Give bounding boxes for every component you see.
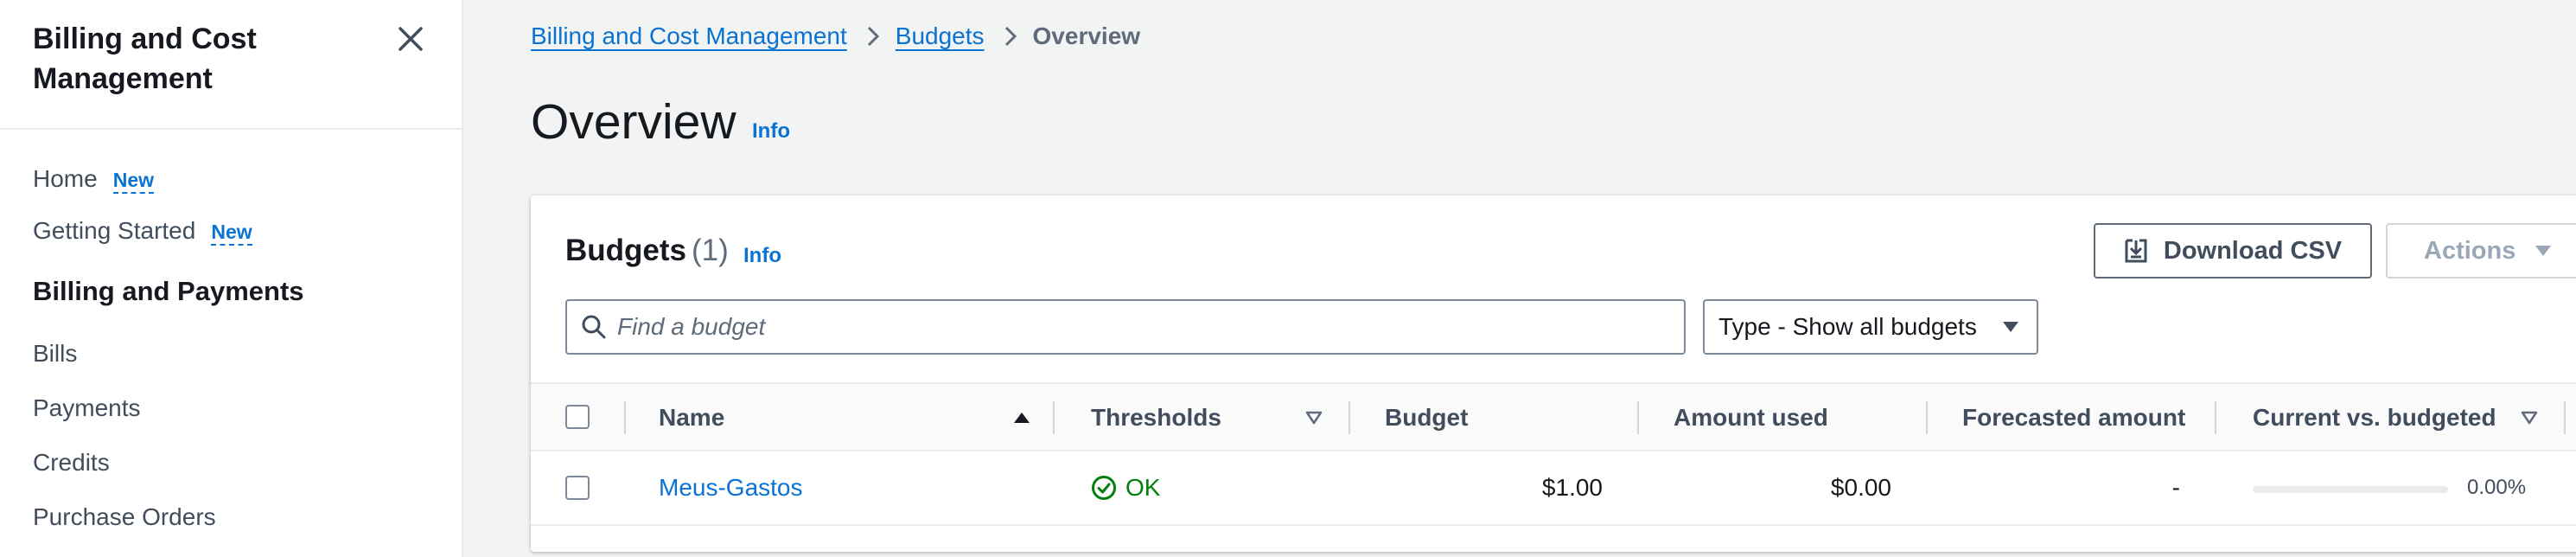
row-checkbox[interactable] <box>565 476 590 500</box>
column-divider[interactable] <box>1053 401 1055 434</box>
breadcrumb-current: Overview <box>1032 22 1141 49</box>
breadcrumb: Billing and Cost Management Budgets Over… <box>531 22 1140 50</box>
side-navigation: Billing and Cost Management Home New Gett… <box>0 0 463 557</box>
new-badge[interactable]: New <box>112 169 154 194</box>
page-title: Overview <box>531 94 736 150</box>
current-vs-budgeted-percent: 0.00% <box>2467 476 2527 499</box>
column-divider[interactable] <box>1637 401 1639 434</box>
sidebar-item-label: Getting Started <box>33 217 196 244</box>
type-filter-select[interactable]: Type - Show all budgets <box>1703 299 2038 355</box>
chevron-right-icon <box>1004 25 1017 48</box>
sidebar-item-home[interactable]: Home New <box>33 164 154 195</box>
column-divider[interactable] <box>1926 401 1928 434</box>
table-row: Meus-Gastos OK $1.00 $0.00 - 0.00% <box>531 451 2576 526</box>
breadcrumb-billing-link[interactable]: Billing and Cost Management <box>531 22 847 50</box>
column-header-name[interactable]: Name <box>659 384 724 451</box>
thresholds-status: OK <box>1091 451 1160 524</box>
budgets-table-container: Budgets (1) Info Download CSV Actions Fi… <box>531 195 2576 552</box>
sort-ascending-icon[interactable] <box>1013 411 1030 425</box>
budget-amount: $1.00 <box>1541 474 1603 501</box>
actions-label: Actions <box>2424 236 2516 265</box>
column-header-forecasted-amount[interactable]: Forecasted amount <box>1962 384 2185 451</box>
new-badge[interactable]: New <box>211 221 252 246</box>
chevron-right-icon <box>866 25 880 48</box>
sort-icon[interactable] <box>1305 411 1323 425</box>
column-header-current-vs-budgeted[interactable]: Current vs. budgeted <box>2253 384 2496 451</box>
amount-used: $0.00 <box>1830 474 1891 501</box>
sidebar-item-bills[interactable]: Bills <box>33 339 77 368</box>
forecasted-amount: - <box>2171 474 2180 501</box>
search-icon <box>581 314 607 340</box>
table-header-area: Budgets (1) Info Download CSV Actions Fi… <box>531 195 2576 382</box>
column-header-thresholds[interactable]: Thresholds <box>1091 384 1221 451</box>
column-divider[interactable] <box>2564 401 2566 434</box>
column-divider <box>624 401 626 434</box>
column-divider[interactable] <box>2215 401 2216 434</box>
actions-dropdown-button[interactable]: Actions <box>2386 223 2576 278</box>
table-header-row: Name Thresholds Budget Amount used Forec… <box>531 382 2576 451</box>
status-ok-label: OK <box>1125 474 1161 501</box>
budgets-heading: Budgets (1) <box>565 234 729 268</box>
sidebar-title[interactable]: Billing and Cost Management <box>33 19 361 99</box>
sort-icon[interactable] <box>2521 411 2538 425</box>
budgets-info-link[interactable]: Info <box>743 244 781 268</box>
current-vs-budgeted-progress-bar <box>2253 486 2448 493</box>
search-input[interactable] <box>617 301 1684 353</box>
select-all-checkbox[interactable] <box>565 405 590 429</box>
close-navigation-button[interactable] <box>391 19 430 59</box>
type-filter-value: Type - Show all budgets <box>1718 313 1977 340</box>
column-header-amount-used[interactable]: Amount used <box>1674 384 1828 451</box>
budgets-count: (1) <box>692 234 729 267</box>
download-icon <box>2124 238 2148 264</box>
sidebar-item-purchase-orders[interactable]: Purchase Orders <box>33 503 216 532</box>
sidebar-section-billing-and-payments[interactable]: Billing and Payments <box>33 275 304 308</box>
download-csv-label: Download CSV <box>2163 236 2343 265</box>
column-divider[interactable] <box>1349 401 1350 434</box>
sidebar-header: Billing and Cost Management <box>0 0 462 130</box>
search-input-wrapper <box>565 299 1686 355</box>
caret-down-icon <box>2002 320 2019 334</box>
page-info-link[interactable]: Info <box>752 119 790 144</box>
budget-name-link[interactable]: Meus-Gastos <box>659 474 803 502</box>
breadcrumb-budgets-link[interactable]: Budgets <box>896 22 985 50</box>
close-icon <box>399 27 423 51</box>
sidebar-item-credits[interactable]: Credits <box>33 448 110 477</box>
sidebar-item-getting-started[interactable]: Getting Started New <box>33 216 252 246</box>
sidebar-item-payments[interactable]: Payments <box>33 394 141 423</box>
download-csv-button[interactable]: Download CSV <box>2094 223 2372 278</box>
budgets-heading-text: Budgets <box>565 234 686 267</box>
column-header-budget[interactable]: Budget <box>1385 384 1468 451</box>
sidebar-item-label: Home <box>33 165 98 192</box>
status-ok-icon <box>1091 475 1117 501</box>
caret-down-icon <box>2535 244 2552 258</box>
